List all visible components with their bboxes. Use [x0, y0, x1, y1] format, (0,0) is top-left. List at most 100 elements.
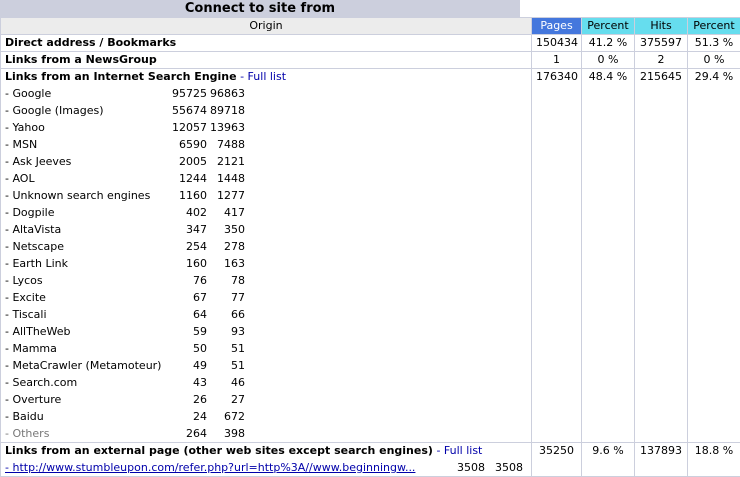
engine-hits: 51 — [207, 357, 245, 374]
engine-hits: 51 — [207, 340, 245, 357]
engine-name: - Baidu — [5, 408, 169, 425]
engine-pages: 95725 — [169, 85, 207, 102]
newsgroup-label: Links from a NewsGroup — [1, 52, 532, 69]
external-hits-pct: 18.8 % — [688, 443, 740, 477]
header-row: Origin Pages Percent Hits Percent — [1, 18, 740, 35]
search-hits: 215645 — [635, 69, 688, 443]
list-item: - Netscape254278 — [5, 238, 527, 255]
engine-hits: 350 — [207, 221, 245, 238]
newsgroup-hits-pct: 0 % — [688, 52, 740, 69]
engine-hits: 96863 — [207, 85, 245, 102]
engine-name: - Others — [5, 425, 169, 442]
list-item: - AllTheWeb5993 — [5, 323, 527, 340]
table-row: Direct address / Bookmarks 150434 41.2 %… — [1, 35, 740, 52]
origin-header: Origin — [1, 18, 532, 35]
engine-pages: 64 — [169, 306, 207, 323]
hits-header: Hits — [635, 18, 688, 35]
table-row: Links from an Internet Search Engine - F… — [1, 69, 740, 443]
external-url-link[interactable]: - http://www.stumbleupon.com/refer.php?u… — [5, 459, 447, 476]
engine-pages: 24 — [169, 408, 207, 425]
list-item: - Google9572596863 — [5, 85, 527, 102]
engine-pages: 49 — [169, 357, 207, 374]
external-url-hits: 3508 — [485, 459, 523, 476]
engine-hits: 1277 — [207, 187, 245, 204]
engine-hits: 89718 — [207, 102, 245, 119]
external-full-list-link[interactable]: - Full list — [436, 444, 482, 457]
direct-hits: 375597 — [635, 35, 688, 52]
engine-name: - Ask Jeeves — [5, 153, 169, 170]
pages-percent-header: Percent — [582, 18, 635, 35]
engine-pages: 347 — [169, 221, 207, 238]
list-item: - Lycos7678 — [5, 272, 527, 289]
section-title: Connect to site from — [0, 0, 520, 17]
engine-pages: 264 — [169, 425, 207, 442]
engine-pages: 12057 — [169, 119, 207, 136]
engine-pages: 67 — [169, 289, 207, 306]
table-row: Links from an external page (other web s… — [1, 443, 740, 477]
engine-hits: 27 — [207, 391, 245, 408]
direct-pages: 150434 — [532, 35, 582, 52]
engine-hits: 77 — [207, 289, 245, 306]
engine-pages: 160 — [169, 255, 207, 272]
list-item: - Google (Images)5567489718 — [5, 102, 527, 119]
external-label: Links from an external page (other web s… — [5, 444, 433, 457]
engine-name: - AOL — [5, 170, 169, 187]
list-item: - Tiscali6466 — [5, 306, 527, 323]
engine-pages: 6590 — [169, 136, 207, 153]
engine-pages: 50 — [169, 340, 207, 357]
list-item: - Baidu24672 — [5, 408, 527, 425]
external-pages-pct: 9.6 % — [582, 443, 635, 477]
engine-hits: 46 — [207, 374, 245, 391]
list-item: - Others264398 — [5, 425, 527, 442]
search-engine-cell: Links from an Internet Search Engine - F… — [1, 69, 532, 443]
engine-hits: 278 — [207, 238, 245, 255]
list-item: - Yahoo1205713963 — [5, 119, 527, 136]
external-cell: Links from an external page (other web s… — [1, 443, 532, 477]
engine-pages: 26 — [169, 391, 207, 408]
hits-percent-header: Percent — [688, 18, 740, 35]
engine-pages: 254 — [169, 238, 207, 255]
referrer-table: Origin Pages Percent Hits Percent Direct… — [0, 17, 740, 477]
direct-label: Direct address / Bookmarks — [1, 35, 532, 52]
engine-pages: 59 — [169, 323, 207, 340]
engine-hits: 163 — [207, 255, 245, 272]
list-item: - Excite6777 — [5, 289, 527, 306]
engine-name: - Unknown search engines — [5, 187, 169, 204]
engine-name: - AltaVista — [5, 221, 169, 238]
engine-name: - Netscape — [5, 238, 169, 255]
engine-name: - Overture — [5, 391, 169, 408]
engine-hits: 2121 — [207, 153, 245, 170]
engine-name: - MetaCrawler (Metamoteur) — [5, 357, 169, 374]
engine-name: - AllTheWeb — [5, 323, 169, 340]
newsgroup-pages-pct: 0 % — [582, 52, 635, 69]
list-item: - Ask Jeeves20052121 — [5, 153, 527, 170]
engine-hits: 93 — [207, 323, 245, 340]
engine-hits: 66 — [207, 306, 245, 323]
engine-name: - Google (Images) — [5, 102, 169, 119]
engine-hits: 7488 — [207, 136, 245, 153]
list-item: - MetaCrawler (Metamoteur)4951 — [5, 357, 527, 374]
list-item: - Earth Link160163 — [5, 255, 527, 272]
direct-hits-pct: 51.3 % — [688, 35, 740, 52]
list-item: - Dogpile402417 — [5, 204, 527, 221]
engine-pages: 1160 — [169, 187, 207, 204]
engine-hits: 13963 — [207, 119, 245, 136]
external-pages: 35250 — [532, 443, 582, 477]
engine-pages: 402 — [169, 204, 207, 221]
engine-name: - Earth Link — [5, 255, 169, 272]
list-item: - AOL12441448 — [5, 170, 527, 187]
list-item: - Overture2627 — [5, 391, 527, 408]
engine-name: - Lycos — [5, 272, 169, 289]
engine-pages: 55674 — [169, 102, 207, 119]
engine-name: - Excite — [5, 289, 169, 306]
external-url-pages: 3508 — [447, 459, 485, 476]
engine-pages: 43 — [169, 374, 207, 391]
engine-name: - Search.com — [5, 374, 169, 391]
engine-name: - Dogpile — [5, 204, 169, 221]
search-full-list-link[interactable]: - Full list — [240, 70, 286, 83]
engine-hits: 398 — [207, 425, 245, 442]
table-row: Links from a NewsGroup 1 0 % 2 0 % — [1, 52, 740, 69]
newsgroup-pages: 1 — [532, 52, 582, 69]
search-pages: 176340 — [532, 69, 582, 443]
list-item: - MSN65907488 — [5, 136, 527, 153]
